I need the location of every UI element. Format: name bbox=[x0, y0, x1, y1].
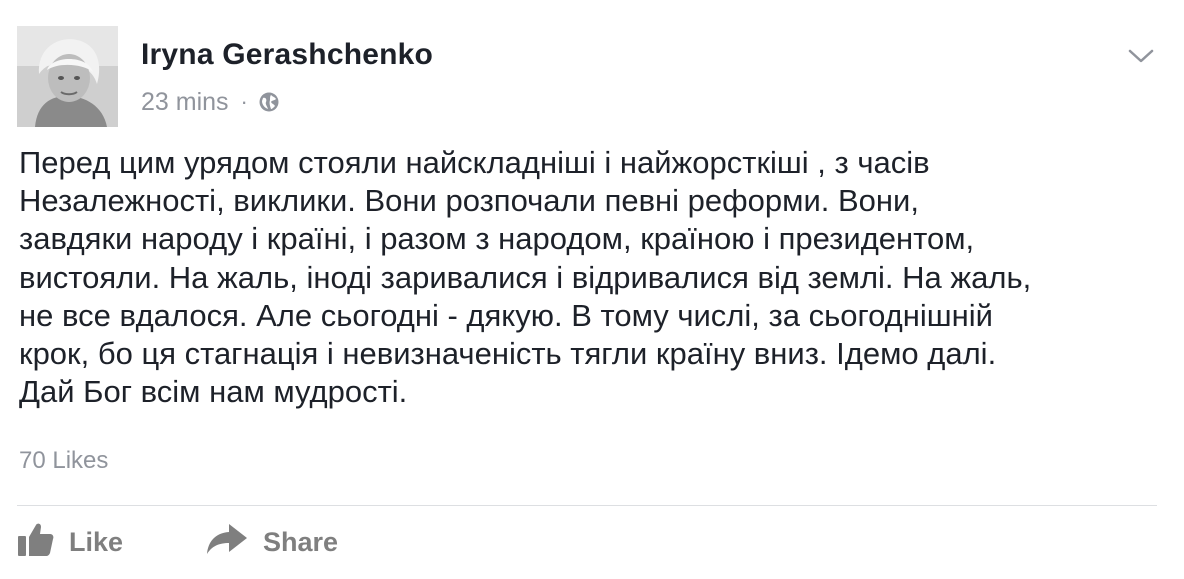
avatar-image bbox=[17, 26, 118, 127]
likes-count[interactable]: 70 Likes bbox=[19, 447, 108, 475]
share-arrow-icon bbox=[205, 522, 249, 563]
avatar[interactable] bbox=[17, 26, 118, 127]
author-name[interactable]: Iryna Gerashchenko bbox=[141, 38, 433, 72]
globe-icon bbox=[258, 91, 280, 113]
like-label: Like bbox=[69, 526, 124, 557]
post-timestamp[interactable]: 23 mins bbox=[141, 88, 229, 117]
thumbs-up-icon bbox=[17, 521, 55, 564]
chevron-down-icon[interactable] bbox=[1124, 42, 1158, 70]
share-button[interactable]: Share bbox=[205, 520, 338, 564]
divider bbox=[17, 505, 1157, 506]
post-meta: 23 mins · bbox=[141, 86, 280, 118]
post-text: Перед цим урядом стояли найскладніші і н… bbox=[19, 145, 1032, 410]
share-label: Share bbox=[263, 526, 339, 557]
meta-separator: · bbox=[240, 89, 248, 114]
facebook-post: Iryna Gerashchenko 23 mins · Перед цим у… bbox=[0, 0, 1184, 579]
like-button[interactable]: Like bbox=[17, 520, 123, 564]
